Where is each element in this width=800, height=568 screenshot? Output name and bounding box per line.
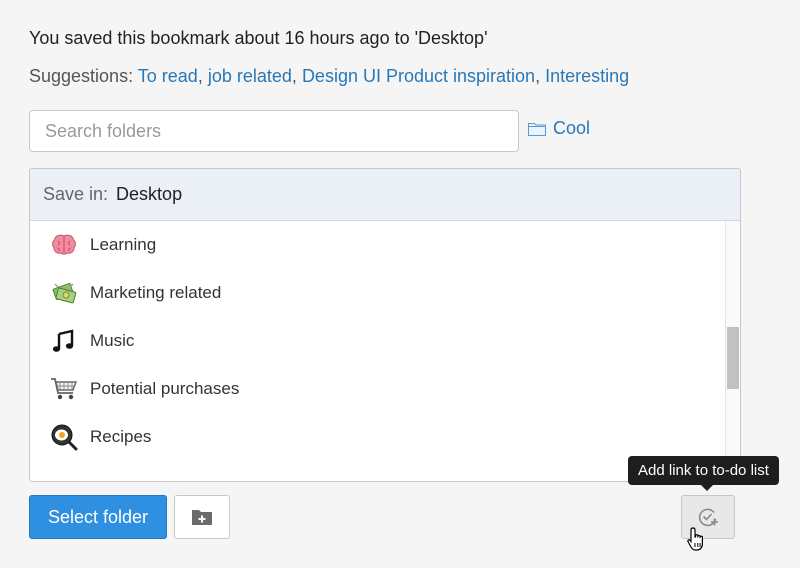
- folder-item-label: Music: [90, 331, 135, 350]
- suggestions-label: Suggestions:: [29, 66, 134, 86]
- tooltip-arrow: [701, 485, 713, 491]
- frying-pan-egg-icon: [50, 423, 78, 451]
- suggestion-separator: ,: [197, 66, 203, 86]
- check-circle-plus-icon: [698, 508, 718, 527]
- bookmark-save-dialog: You saved this bookmark about 16 hours a…: [0, 0, 800, 568]
- folder-list-scrollbar[interactable]: [725, 221, 740, 481]
- select-folder-button[interactable]: Select folder: [29, 495, 167, 539]
- scrollbar-thumb[interactable]: [727, 327, 739, 389]
- shopping-cart-icon: [50, 375, 78, 403]
- music-note-icon: [50, 327, 78, 355]
- suggestion-job-related[interactable]: job related: [208, 66, 292, 86]
- folder-list: Learning Marketing related Music Potenti…: [30, 221, 726, 481]
- folder-item-recipes[interactable]: Recipes: [30, 413, 726, 461]
- save-in-value: Desktop: [116, 184, 183, 204]
- folder-item-label: Learning: [90, 235, 157, 254]
- todo-tooltip: Add link to to-do list: [628, 456, 779, 485]
- folder-item-label: Potential purchases: [90, 379, 240, 398]
- money-icon: [50, 279, 78, 307]
- new-folder-button[interactable]: [174, 495, 230, 539]
- folder-item-potential-purchases[interactable]: Potential purchases: [30, 365, 726, 413]
- saved-status-text: You saved this bookmark about 16 hours a…: [29, 28, 488, 48]
- suggestion-separator: ,: [535, 66, 541, 86]
- folder-icon: [528, 122, 546, 136]
- quick-folder-cool[interactable]: Cool: [528, 118, 590, 139]
- search-folders-input[interactable]: [29, 110, 519, 152]
- quick-folder-label: Cool: [553, 118, 591, 138]
- folder-item-label: Marketing related: [90, 283, 222, 302]
- save-in-label: Save in:: [43, 184, 109, 204]
- suggestion-interesting[interactable]: Interesting: [545, 66, 629, 86]
- new-folder-icon: [192, 510, 212, 525]
- suggestions-row: Suggestions: To read, job related, Desig…: [29, 66, 629, 87]
- folder-item-learning[interactable]: Learning: [30, 221, 726, 269]
- suggestion-to-read[interactable]: To read: [138, 66, 198, 86]
- folder-item-music[interactable]: Music: [30, 317, 726, 365]
- suggestion-separator: ,: [291, 66, 297, 86]
- save-in-header: Save in: Desktop: [30, 169, 740, 221]
- folder-item-marketing-related[interactable]: Marketing related: [30, 269, 726, 317]
- folder-item-label: Recipes: [90, 427, 152, 446]
- save-in-panel: Save in: Desktop Learning Marketing rela…: [29, 168, 741, 482]
- suggestion-design-ui[interactable]: Design UI Product inspiration: [302, 66, 535, 86]
- brain-icon: [50, 231, 78, 259]
- hand-pointer-cursor-icon: [687, 527, 703, 551]
